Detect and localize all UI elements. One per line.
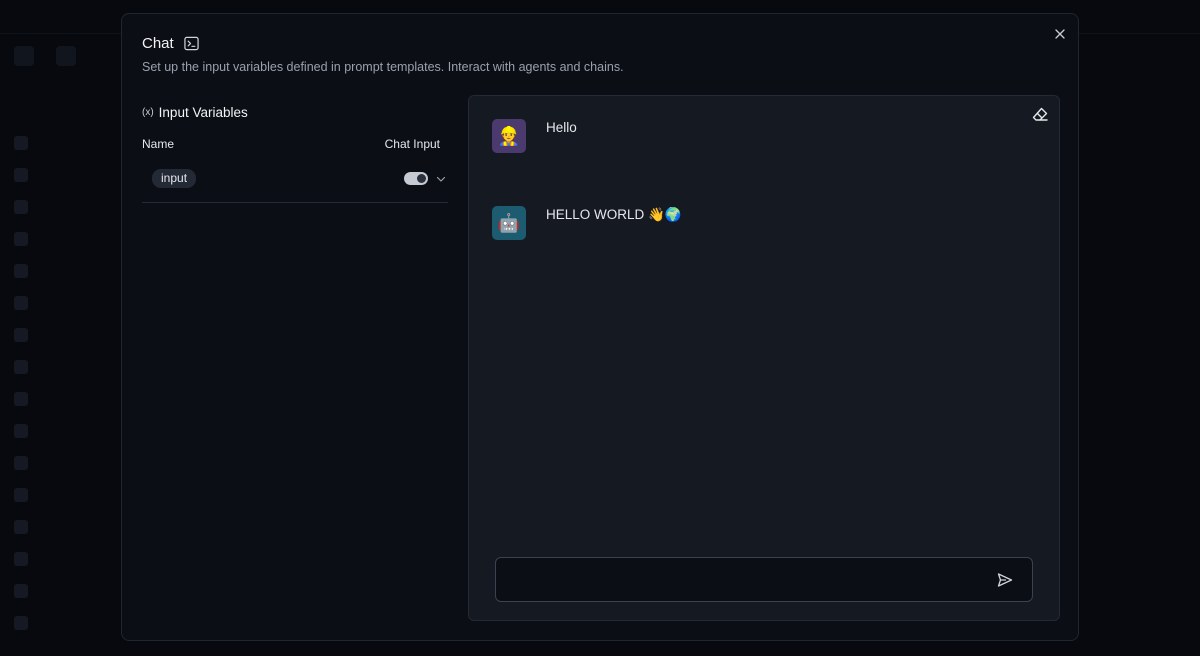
- chat-message-bot: 🤖 HELLO WORLD 👋🌍: [492, 206, 682, 240]
- chat-modal: Chat Set up the input variables defined …: [121, 13, 1079, 641]
- background-sidebar-item: [14, 424, 28, 438]
- background-sidebar-item: [14, 520, 28, 534]
- background-sidebar-item: [14, 328, 28, 342]
- user-avatar: 👷: [492, 119, 526, 153]
- input-variables-title: Input Variables: [158, 104, 248, 120]
- variables-table-header: Name Chat Input: [142, 137, 448, 151]
- message-text: Hello: [546, 120, 577, 135]
- chat-input-container: [495, 557, 1033, 602]
- background-sidebar-item: [14, 488, 28, 502]
- background-sidebar-item: [14, 552, 28, 566]
- chevron-down-icon[interactable]: [436, 174, 446, 184]
- chat-input-toggle[interactable]: [404, 172, 428, 185]
- variable-icon: (x): [142, 106, 154, 118]
- background-sidebar-item: [14, 168, 28, 182]
- chat-message-user: 👷 Hello: [492, 119, 577, 153]
- variable-row-controls: [404, 172, 448, 185]
- column-header-chat-input: Chat Input: [384, 137, 440, 151]
- background-sidebar-item: [14, 584, 28, 598]
- variable-row: input: [142, 163, 448, 203]
- background-sidebar: [0, 34, 120, 656]
- modal-description: Set up the input variables defined in pr…: [142, 60, 624, 74]
- background-sidebar-item: [14, 360, 28, 374]
- input-variables-header: (x) Input Variables: [142, 104, 448, 120]
- background-sidebar-item: [14, 616, 28, 630]
- send-icon[interactable]: [996, 571, 1014, 589]
- variable-name-badge: input: [152, 169, 197, 188]
- chat-input[interactable]: [496, 558, 976, 601]
- background-sidebar-item: [14, 456, 28, 470]
- terminal-icon: [184, 36, 199, 51]
- toggle-knob: [417, 174, 426, 183]
- bot-avatar: 🤖: [492, 206, 526, 240]
- input-variables-panel: (x) Input Variables Name Chat Input inpu…: [142, 104, 448, 203]
- message-text: HELLO WORLD 👋🌍: [546, 207, 682, 222]
- background-sidebar-item: [14, 136, 28, 150]
- column-header-name: Name: [142, 137, 175, 151]
- background-sidebar-item: [14, 200, 28, 214]
- close-button[interactable]: [1052, 26, 1068, 42]
- chat-panel: 👷 Hello 🤖 HELLO WORLD 👋🌍: [468, 95, 1060, 621]
- modal-header: Chat: [142, 35, 199, 52]
- modal-title: Chat: [142, 35, 174, 52]
- background-sidebar-item: [14, 264, 28, 278]
- background-sidebar-item: [14, 392, 28, 406]
- background-sidebar-item: [14, 232, 28, 246]
- close-icon: [1055, 29, 1065, 39]
- background-sidebar-item: [14, 296, 28, 310]
- eraser-icon[interactable]: [1031, 106, 1049, 124]
